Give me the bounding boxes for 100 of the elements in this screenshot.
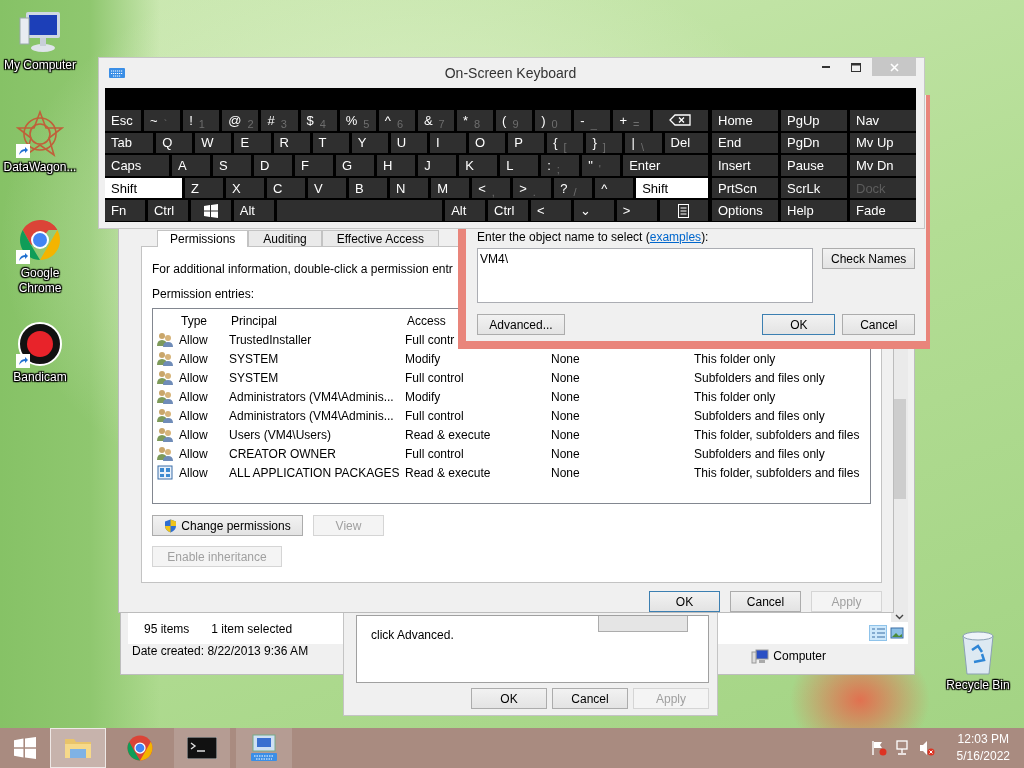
keyboard-key[interactable]: " ' — [582, 155, 621, 176]
keyboard-key[interactable]: @ 2 — [222, 110, 259, 131]
keyboard-key[interactable]: Ctrl — [147, 200, 188, 221]
keyboard-key[interactable]: End — [712, 132, 778, 154]
keyboard-key[interactable]: PrtScn — [712, 177, 778, 199]
keyboard-key[interactable]: I — [429, 132, 467, 154]
action-button[interactable]: Change permissions — [152, 515, 303, 536]
keyboard-key[interactable]: Home — [712, 110, 778, 131]
column-header[interactable]: Principal — [229, 313, 405, 328]
keyboard-key[interactable]: Shift — [105, 177, 183, 199]
keyboard-key[interactable]: B — [349, 177, 388, 199]
keyboard-key[interactable]: D — [254, 155, 293, 176]
keyboard-key[interactable]: P — [508, 132, 545, 154]
keyboard-key[interactable]: T — [312, 132, 349, 154]
keyboard-key[interactable]: + = — [613, 110, 650, 131]
keyboard-key[interactable]: F — [295, 155, 334, 176]
keyboard-key[interactable]: N — [390, 177, 429, 199]
keyboard-key[interactable]: Y — [351, 132, 388, 154]
keyboard-key[interactable]: ? / — [554, 177, 593, 199]
keyboard-key[interactable]: Ctrl — [488, 200, 528, 221]
keyboard-key[interactable]: ~ ` — [144, 110, 181, 131]
keyboard-key[interactable]: Caps — [105, 155, 170, 176]
keyboard-key[interactable]: Fade — [850, 200, 916, 221]
dialog-button[interactable]: OK — [649, 591, 720, 612]
large-icons-view-icon[interactable] — [890, 626, 904, 640]
keyboard-key[interactable]: - _ — [574, 110, 611, 131]
keyboard-key[interactable] — [659, 200, 708, 221]
keyboard-key[interactable]: Fn — [105, 200, 145, 221]
keyboard-key[interactable]: J — [418, 155, 457, 176]
object-name-field[interactable]: VM4\ — [477, 248, 813, 303]
keyboard-key[interactable]: ⌄ — [573, 200, 614, 221]
keyboard-key[interactable]: $ 4 — [300, 110, 337, 131]
keyboard-key[interactable]: < — [530, 200, 571, 221]
keyboard-key[interactable]: { [ — [547, 132, 584, 154]
keyboard-key[interactable]: ScrLk — [781, 177, 847, 199]
keyboard-key[interactable]: U — [390, 132, 427, 154]
dialog-button[interactable]: Cancel — [552, 688, 628, 709]
dialog-button[interactable]: OK — [471, 688, 547, 709]
tab[interactable]: Auditing — [248, 230, 322, 246]
keyboard-key[interactable]: Enter — [623, 155, 709, 176]
keyboard-key[interactable] — [652, 110, 708, 131]
dialog-button[interactable]: Cancel — [842, 314, 916, 335]
keyboard-key[interactable]: Help — [781, 200, 847, 221]
keyboard-key[interactable]: Options — [712, 200, 778, 221]
keyboard-key[interactable]: & 7 — [417, 110, 454, 131]
keyboard-key[interactable]: K — [459, 155, 498, 176]
keyboard-key[interactable]: R — [273, 132, 310, 154]
keyboard-key[interactable]: % 5 — [339, 110, 376, 131]
keyboard-key[interactable]: ^ — [595, 177, 634, 199]
keyboard-key[interactable]: > . — [513, 177, 552, 199]
keyboard-key[interactable]: Z — [185, 177, 224, 199]
keyboard-key[interactable]: L — [500, 155, 539, 176]
keyboard-key[interactable]: | \ — [625, 132, 662, 154]
keyboard-key[interactable]: } ] — [586, 132, 623, 154]
keyboard-key[interactable]: Q — [156, 132, 193, 154]
keyboard-key[interactable]: Del — [664, 132, 708, 154]
keyboard-key[interactable]: Mv Up — [850, 132, 916, 154]
keyboard-key[interactable]: S — [213, 155, 252, 176]
flag-icon[interactable] — [870, 740, 887, 756]
tab[interactable]: Permissions — [157, 230, 249, 247]
muted-speaker-icon[interactable] — [918, 740, 935, 756]
network-icon[interactable] — [894, 740, 911, 756]
keyboard-key[interactable]: PgUp — [781, 110, 847, 131]
keyboard-key[interactable]: W — [195, 132, 232, 154]
keyboard-key[interactable]: G — [336, 155, 375, 176]
dialog-button[interactable]: OK — [762, 314, 836, 335]
check-names-button[interactable]: Check Names — [822, 248, 916, 269]
taskbar-button[interactable] — [236, 728, 292, 768]
keyboard-key[interactable]: PgDn — [781, 132, 847, 154]
keyboard-key[interactable]: O — [469, 132, 506, 154]
keyboard-key[interactable]: # 3 — [261, 110, 298, 131]
keyboard-key[interactable]: ( 9 — [496, 110, 533, 131]
taskbar-button[interactable] — [174, 728, 230, 768]
keyboard-key[interactable]: V — [308, 177, 347, 199]
keyboard-key[interactable]: * 8 — [457, 110, 494, 131]
examples-link[interactable]: examples — [649, 230, 702, 244]
keyboard-key[interactable]: Shift — [636, 177, 709, 199]
keyboard-key[interactable]: C — [267, 177, 306, 199]
dialog-button[interactable]: Cancel — [730, 591, 801, 612]
keyboard-key[interactable]: A — [172, 155, 211, 176]
keyboard-key[interactable]: H — [377, 155, 416, 176]
keyboard-key[interactable]: E — [234, 132, 271, 154]
keyboard-key[interactable]: Nav — [850, 110, 916, 131]
keyboard-key[interactable]: > — [616, 200, 657, 221]
tab[interactable]: Effective Access — [321, 230, 439, 246]
scroll-down-icon[interactable] — [895, 614, 904, 620]
keyboard-key[interactable]: Tab — [105, 132, 154, 154]
keyboard-key[interactable]: Pause — [781, 155, 847, 176]
keyboard-key[interactable]: Insert — [712, 155, 778, 176]
column-header[interactable]: Type — [179, 313, 229, 328]
keyboard-key[interactable]: Esc — [105, 110, 142, 131]
keyboard-key[interactable]: Alt — [445, 200, 486, 221]
keyboard-key[interactable] — [190, 200, 231, 221]
advanced-button[interactable]: Advanced... — [477, 314, 565, 335]
keyboard-key[interactable]: : ; — [541, 155, 580, 176]
keyboard-key[interactable]: < , — [472, 177, 511, 199]
keyboard-key[interactable]: Alt — [233, 200, 274, 221]
keyboard-key[interactable]: ) 0 — [535, 110, 572, 131]
keyboard-key[interactable]: M — [431, 177, 470, 199]
keyboard-key[interactable]: ^ 6 — [378, 110, 415, 131]
